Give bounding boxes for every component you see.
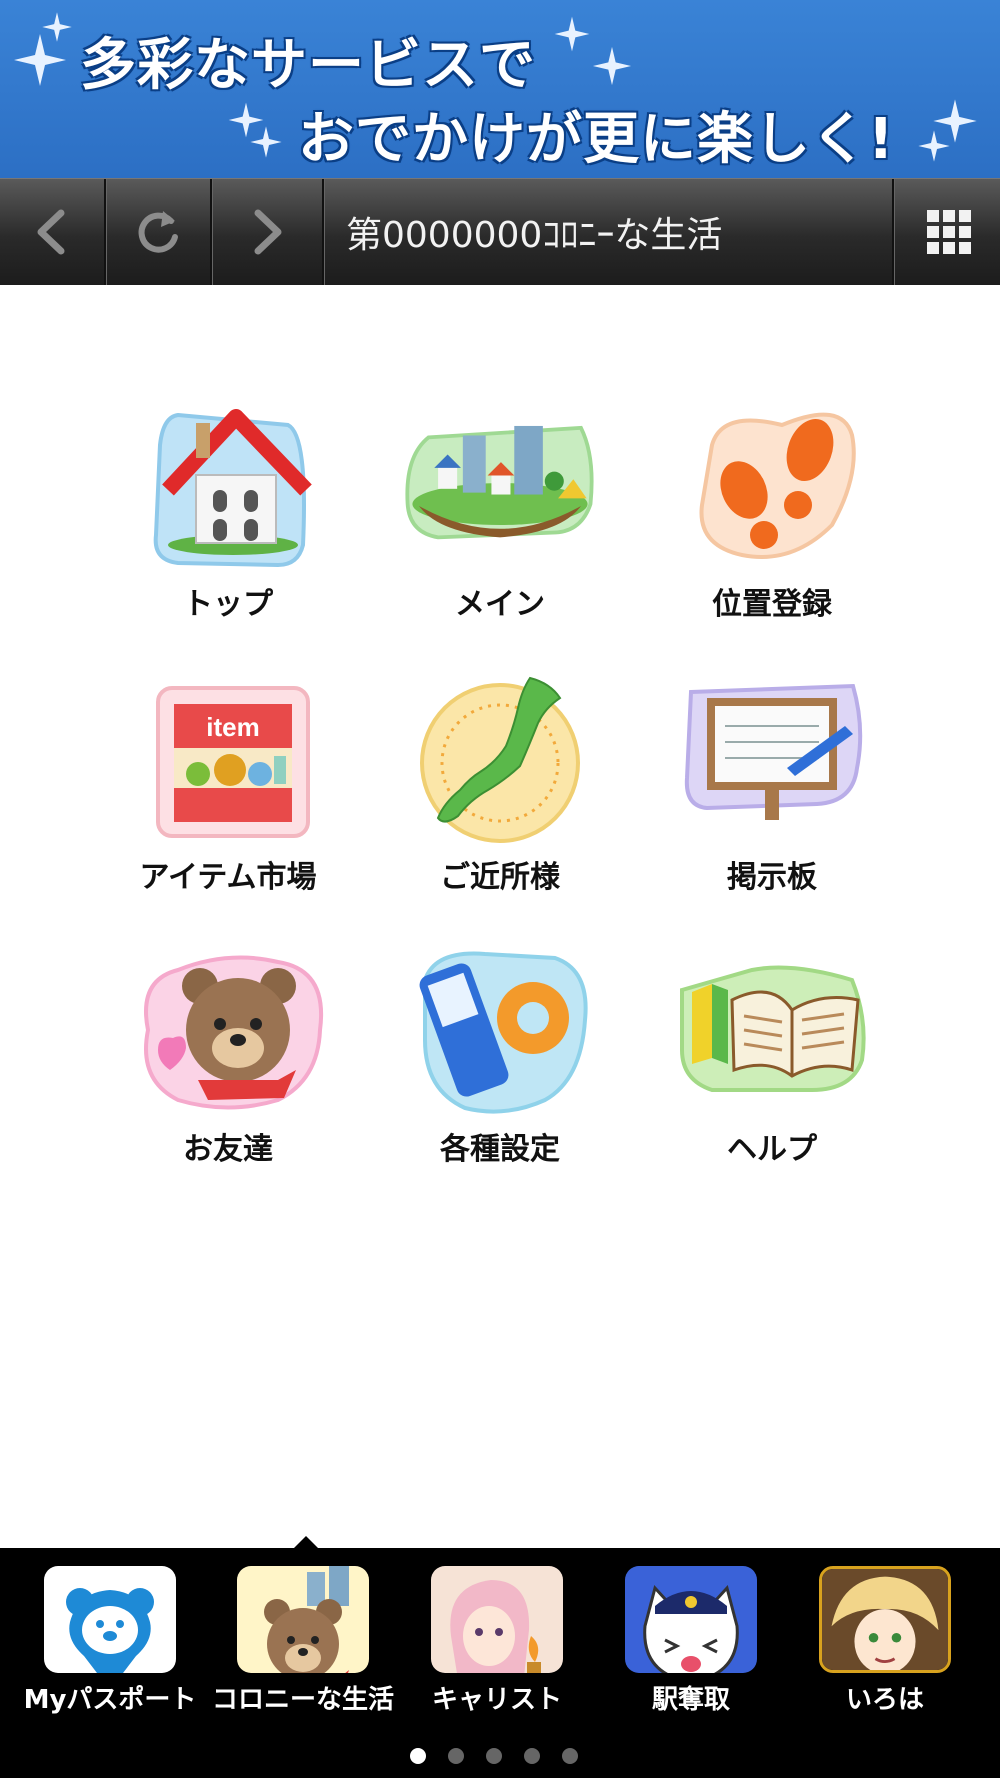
menu-item-label: 各種設定	[440, 1132, 560, 1167]
menu-item-label: ご近所様	[440, 860, 560, 895]
caristo-character-icon	[431, 1566, 563, 1673]
sparkle-icon	[250, 126, 282, 158]
sparkle-icon	[918, 130, 950, 162]
page-dot[interactable]	[524, 1748, 540, 1764]
dock-app-label: Myパスポート	[23, 1685, 197, 1715]
grid-menu-icon	[927, 210, 971, 254]
open-book-icon	[680, 965, 866, 1092]
reload-button[interactable]	[106, 179, 212, 285]
menu-item-top[interactable]: トップ	[108, 395, 348, 625]
menu-item-label: ヘルプ	[727, 1132, 817, 1167]
menu-item-friends[interactable]: お友達	[108, 940, 348, 1170]
sparkle-icon	[554, 16, 590, 52]
menu-item-settings[interactable]: 各種設定	[380, 940, 620, 1170]
menu-item-location-register[interactable]: 位置登録	[652, 395, 892, 625]
page-dot[interactable]	[448, 1748, 464, 1764]
page-title: 第0000000ｺﾛﾆｰな生活	[346, 215, 723, 256]
menu-item-help[interactable]: ヘルプ	[652, 940, 892, 1170]
menu-item-label: アイテム市場	[139, 860, 317, 895]
dock-app-caristo[interactable]: キャリスト	[402, 1566, 592, 1716]
footprints-icon	[699, 412, 856, 559]
dock-app-my-passport[interactable]: Myパスポート	[15, 1566, 205, 1716]
page-dot[interactable]	[486, 1748, 502, 1764]
japan-map-icon	[420, 676, 580, 843]
dock-app-label: 駅奪取	[651, 1685, 730, 1715]
dock-app-label: キャリスト	[431, 1685, 562, 1715]
colony-bear-icon	[237, 1566, 369, 1673]
dock-app-label: いろは	[845, 1685, 924, 1715]
sparkle-icon	[42, 12, 72, 42]
page-dot[interactable]	[562, 1748, 578, 1764]
page-title-bar: 第0000000ｺﾛﾆｰな生活	[324, 179, 894, 285]
station-cat-icon	[625, 1566, 757, 1673]
dock-app-iroha[interactable]: いろは	[790, 1566, 980, 1716]
page-indicator	[410, 1748, 578, 1764]
chevron-right-icon	[254, 209, 282, 255]
house-icon	[153, 409, 312, 568]
menu-item-label: トップ	[183, 587, 273, 622]
reload-icon	[138, 211, 178, 253]
forward-button[interactable]	[212, 179, 324, 285]
menu-item-label: お友達	[183, 1132, 273, 1167]
item-text: item	[206, 712, 259, 742]
sparkle-icon	[592, 46, 632, 86]
app-menu-button[interactable]	[898, 179, 1000, 285]
menu-item-label: 掲示板	[727, 860, 817, 895]
back-button[interactable]	[0, 179, 106, 285]
banner-headline-1: 多彩なサービスで	[80, 33, 536, 98]
bulletin-board-icon	[684, 683, 863, 820]
phone-gear-icon	[419, 951, 588, 1114]
page-dot[interactable]	[410, 1748, 426, 1764]
menu-item-main[interactable]: メイン	[380, 395, 620, 625]
dock-app-station[interactable]: 駅奪取	[596, 1566, 786, 1716]
town-island-icon	[405, 425, 594, 540]
menu-item-bulletin-board[interactable]: 掲示板	[652, 668, 892, 898]
banner-headline-2: おでかけが更に楽しく!	[298, 107, 895, 172]
iroha-character-icon	[819, 1566, 951, 1673]
menu-item-item-market[interactable]: item アイテム市場	[108, 668, 348, 898]
promo-banner[interactable]: 多彩なサービスで おでかけが更に楽しく!	[0, 0, 1000, 178]
active-app-pointer	[294, 1536, 318, 1548]
item-shop-icon: item	[156, 686, 310, 838]
menu-item-label: メイン	[455, 587, 545, 622]
browser-toolbar: 第0000000ｺﾛﾆｰな生活	[0, 178, 1000, 285]
menu-item-label: 位置登録	[712, 587, 832, 622]
chevron-left-icon	[37, 209, 65, 255]
menu-item-neighbors[interactable]: ご近所様	[380, 668, 620, 898]
passport-bear-icon	[44, 1566, 176, 1673]
dock-app-colony[interactable]: コロニーな生活	[208, 1566, 398, 1716]
dock-app-label: コロニーな生活	[211, 1685, 394, 1715]
bear-heart-icon	[144, 955, 323, 1110]
